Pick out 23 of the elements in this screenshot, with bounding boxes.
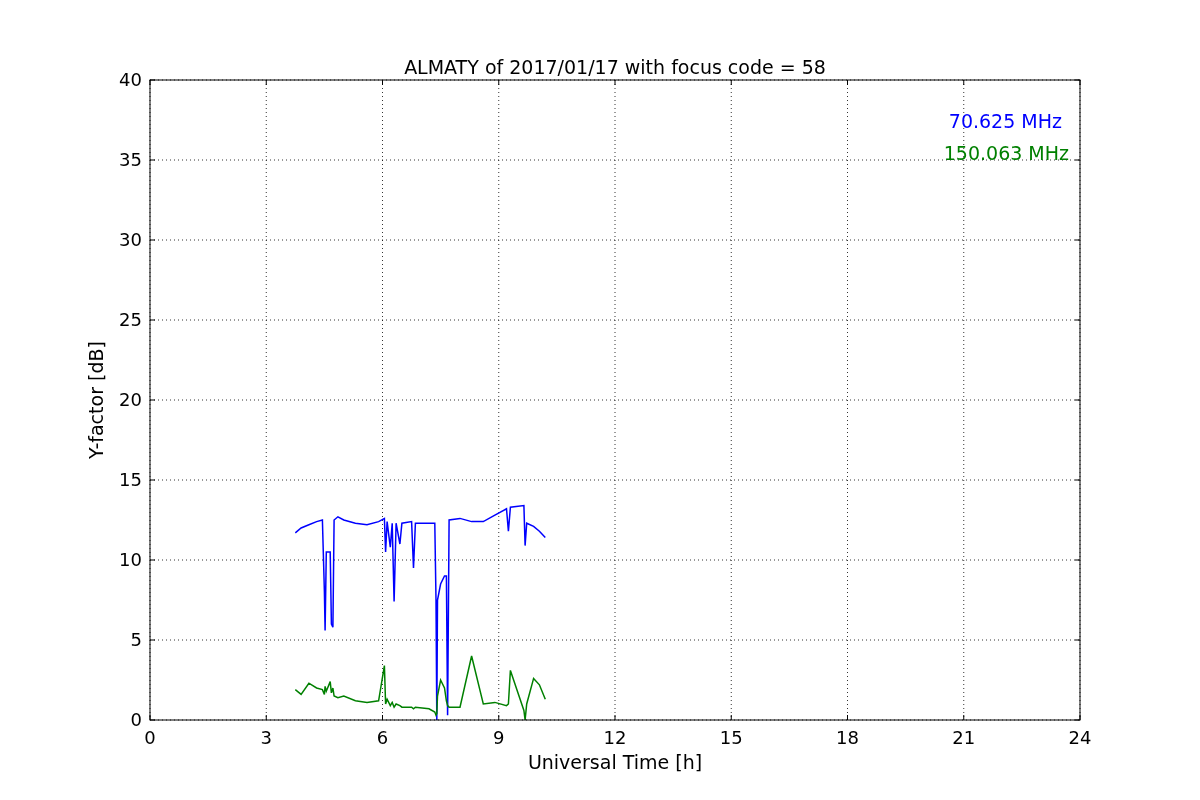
legend-label: 70.625 MHz bbox=[948, 110, 1062, 132]
axis-tick-label: 9 bbox=[493, 727, 505, 748]
axis-tick-label: 25 bbox=[119, 309, 142, 330]
axis-tick-label: 6 bbox=[376, 727, 389, 748]
axis-label: Y-factor [dB] bbox=[85, 341, 107, 459]
legend-label: 150.063 MHz bbox=[943, 142, 1069, 164]
axis-tick-label: 5 bbox=[130, 629, 142, 650]
axis-tick-label: 20 bbox=[119, 389, 142, 410]
axis-tick-label: 21 bbox=[952, 727, 976, 748]
axis-tick-label: 15 bbox=[719, 727, 743, 748]
axis-tick-label: 30 bbox=[119, 229, 142, 250]
axis-tick-label: 0 bbox=[130, 709, 142, 730]
axis-tick-label: 40 bbox=[119, 69, 142, 90]
axis-label: Universal Time [h] bbox=[527, 751, 703, 773]
axis-tick-label: 0 bbox=[144, 727, 156, 748]
axis-tick-label: 3 bbox=[260, 727, 272, 748]
axis-tick-label: 10 bbox=[119, 549, 142, 570]
axis-tick-label: 35 bbox=[119, 149, 142, 170]
axis-tick-label: 15 bbox=[119, 469, 142, 490]
axis-tick-label: 18 bbox=[836, 727, 859, 748]
axis-tick-label: 12 bbox=[603, 727, 627, 748]
axis-tick-label: 24 bbox=[1068, 727, 1092, 748]
chart-title: ALMATY of 2017/01/17 with focus code = 58 bbox=[404, 56, 826, 78]
